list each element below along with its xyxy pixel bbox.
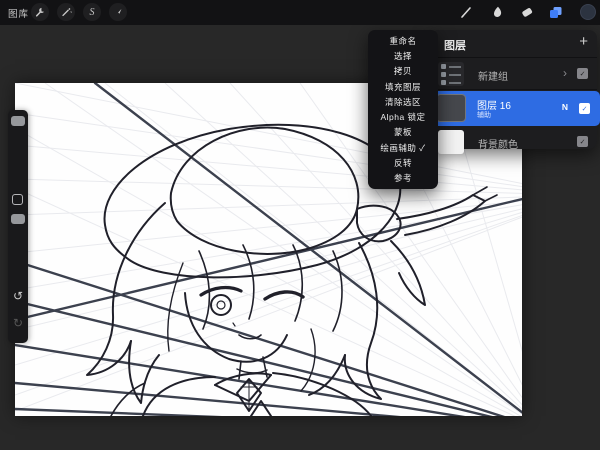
- layers-panel-title: 图层: [444, 37, 466, 53]
- cursor-arrow-icon: [112, 6, 124, 18]
- menu-item-rename[interactable]: 重命名: [368, 33, 438, 48]
- gallery-button[interactable]: 图库: [8, 6, 29, 20]
- background-layer-name: 背景颜色: [478, 136, 518, 151]
- group-thumbnail: [438, 62, 464, 86]
- paintbrush-icon: [459, 5, 473, 19]
- layer-options-menu: 重命名 选择 拷贝 填充图层 清除选区 Alpha 锁定 蒙板 绘画辅助 ✓ 反…: [368, 30, 438, 189]
- chevron-right-icon[interactable]: ›: [563, 66, 567, 80]
- selection-s-icon: S: [90, 7, 95, 18]
- procreate-app: 图库 S: [0, 0, 600, 450]
- layer-row-selected[interactable]: 图层 16 辅助 N ✓: [427, 91, 600, 126]
- modify-button[interactable]: [12, 194, 23, 205]
- brush-sidebar: ↺ ↻: [8, 110, 28, 343]
- wrench-icon: [34, 6, 46, 18]
- smudge-finger-icon: [490, 5, 504, 19]
- undo-icon[interactable]: ↺: [8, 290, 28, 302]
- menu-item-clear[interactable]: 清除选区: [368, 94, 438, 109]
- smudge-tool-button[interactable]: [489, 4, 505, 20]
- eraser-tool-button[interactable]: [519, 4, 535, 20]
- layer-visibility-checkbox[interactable]: ✓: [579, 103, 590, 114]
- top-toolbar: 图库 S: [0, 0, 600, 25]
- row-divider: [430, 89, 597, 90]
- eraser-icon: [520, 5, 534, 19]
- brush-opacity-slider[interactable]: [11, 214, 25, 224]
- menu-item-copy[interactable]: 拷贝: [368, 64, 438, 79]
- active-color-swatch[interactable]: [580, 4, 596, 20]
- menu-item-select[interactable]: 选择: [368, 48, 438, 63]
- magic-wand-icon: [60, 6, 72, 18]
- menu-item-mask[interactable]: 蒙板: [368, 125, 438, 140]
- layer-assisted-label: 辅助: [477, 110, 491, 120]
- adjustments-button[interactable]: [57, 3, 75, 21]
- menu-item-drawing-assist[interactable]: 绘画辅助 ✓: [368, 140, 438, 155]
- layer-row-background[interactable]: 背景颜色 ✓: [430, 126, 597, 158]
- selection-button[interactable]: S: [83, 3, 101, 21]
- actions-wrench-button[interactable]: [31, 3, 49, 21]
- background-color-thumbnail: [438, 130, 464, 154]
- layer-visibility-checkbox[interactable]: ✓: [577, 136, 588, 147]
- redo-icon[interactable]: ↻: [8, 317, 28, 329]
- blend-mode-badge[interactable]: N: [562, 102, 568, 112]
- layers-icon: [548, 5, 563, 20]
- menu-item-reference[interactable]: 参考: [368, 171, 438, 186]
- transform-button[interactable]: [109, 3, 127, 21]
- brush-size-slider[interactable]: [11, 116, 25, 126]
- layer-thumbnail: [437, 95, 465, 121]
- menu-item-fill-layer[interactable]: 填充图层: [368, 79, 438, 94]
- brush-tool-button[interactable]: [458, 4, 474, 20]
- layers-panel: 图层 + 新建组 › ✓ 背景颜色 ✓ 图层 16 辅助 N: [430, 30, 597, 149]
- layers-panel-header: 图层 +: [430, 30, 597, 58]
- menu-item-alpha-lock[interactable]: Alpha 锁定: [368, 109, 438, 124]
- layers-panel-button[interactable]: [547, 4, 563, 20]
- layer-visibility-checkbox[interactable]: ✓: [577, 68, 588, 79]
- add-layer-button[interactable]: +: [579, 33, 588, 50]
- layer-group-name: 新建组: [478, 68, 508, 83]
- layer-row-group[interactable]: 新建组 › ✓: [430, 58, 597, 90]
- menu-item-invert[interactable]: 反转: [368, 155, 438, 170]
